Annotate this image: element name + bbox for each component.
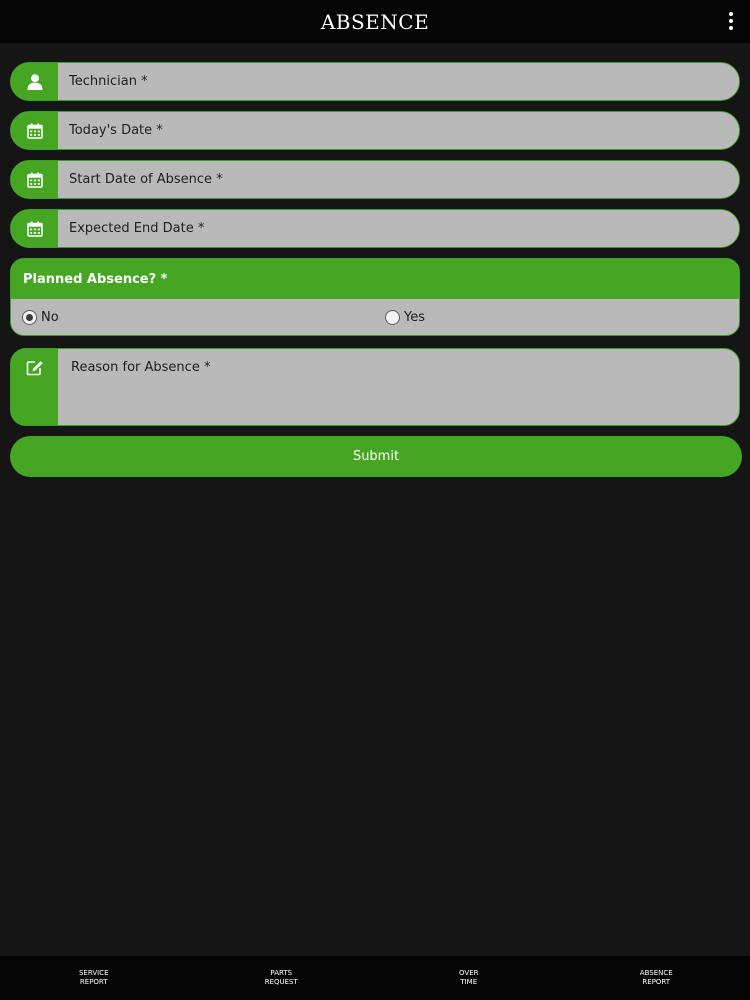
planned-absence-group: Planned Absence? * No Yes [10, 258, 740, 336]
bottom-nav: SERVICE REPORT PARTS REQUEST OVER TIME A… [0, 956, 750, 1000]
technician-field [10, 62, 740, 101]
radio-no-circle[interactable] [22, 310, 37, 325]
nav-over-time-label: OVER TIME [459, 969, 479, 986]
vertical-dots-icon-dot2 [729, 19, 733, 23]
planned-absence-options: No Yes [11, 299, 739, 335]
submit-button[interactable]: Submit [10, 436, 742, 477]
user-icon [11, 63, 58, 100]
nav-absence-report[interactable]: ABSENCE REPORT [563, 956, 750, 1000]
expected-end-date-field [10, 209, 740, 248]
nav-parts-request[interactable]: PARTS REQUEST [188, 956, 376, 1000]
nav-service-report[interactable]: SERVICE REPORT [0, 956, 188, 1000]
vertical-dots-icon-dot3 [729, 26, 733, 30]
todays-date-field [10, 111, 740, 150]
start-date-field [10, 160, 740, 199]
page-title: ABSENCE [320, 9, 430, 34]
vertical-dots-icon [729, 12, 733, 16]
planned-absence-label: Planned Absence? * [11, 259, 739, 299]
radio-yes-circle[interactable] [385, 310, 400, 325]
reason-field [10, 348, 740, 426]
radio-yes-label: Yes [404, 310, 425, 325]
reason-textarea[interactable] [58, 349, 739, 425]
radio-no-label: No [41, 310, 59, 325]
app-window: ABSENCE Technician * Today's Date * Star… [0, 0, 750, 1000]
radio-no[interactable]: No [22, 310, 385, 325]
calendar-icon [11, 210, 58, 247]
nav-parts-request-label: PARTS REQUEST [264, 969, 298, 986]
absence-form: Planned Absence? * No Yes [10, 62, 742, 477]
start-date-input[interactable] [58, 161, 739, 198]
todays-date-input[interactable] [58, 112, 739, 149]
nav-over-time[interactable]: OVER TIME [375, 956, 563, 1000]
nav-service-report-label: SERVICE REPORT [78, 969, 109, 986]
edit-icon [11, 349, 58, 425]
calendar-icon [11, 112, 58, 149]
app-header: ABSENCE [0, 0, 750, 43]
technician-input[interactable] [58, 63, 739, 100]
calendar-icon [11, 161, 58, 198]
overflow-menu-button[interactable] [724, 9, 738, 33]
expected-end-date-input[interactable] [58, 210, 739, 247]
nav-absence-report-label: ABSENCE REPORT [639, 969, 673, 986]
radio-yes[interactable]: Yes [385, 310, 425, 325]
